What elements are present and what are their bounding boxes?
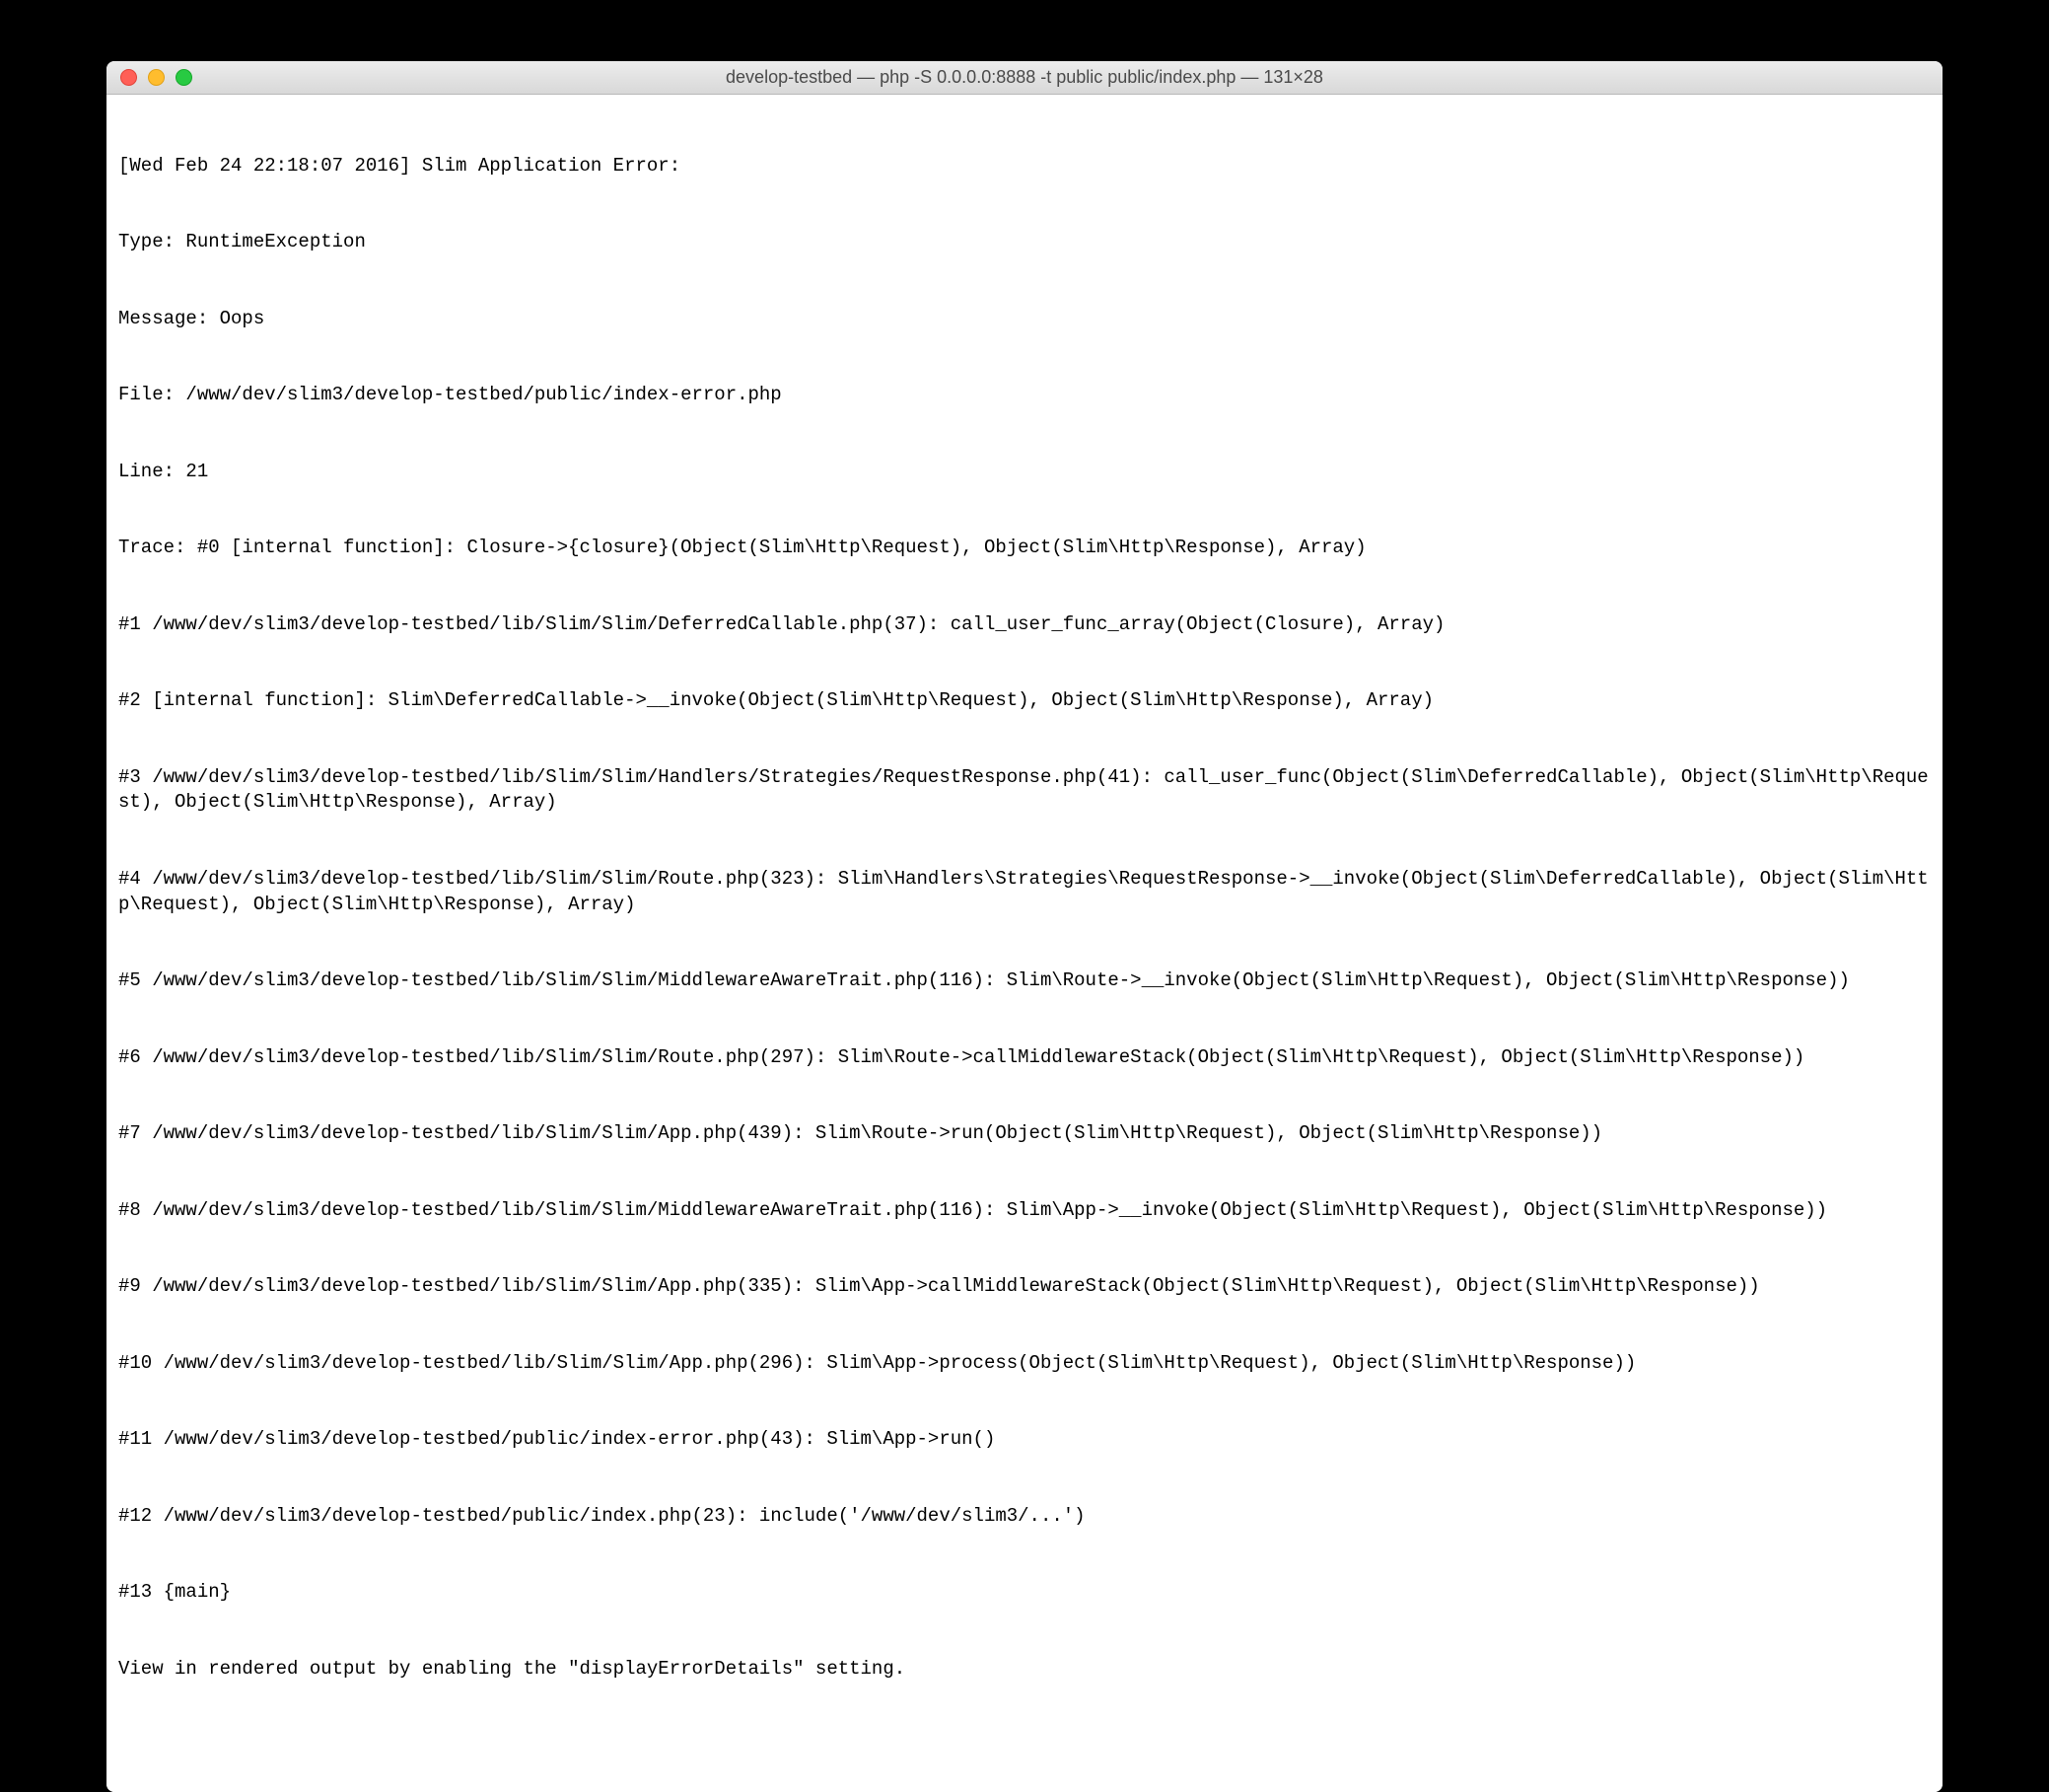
maximize-icon[interactable] — [176, 69, 192, 86]
terminal-line: #10 /www/dev/slim3/develop-testbed/lib/S… — [118, 1351, 1931, 1377]
terminal-line: Type: RuntimeException — [118, 230, 1931, 255]
terminal-line: #4 /www/dev/slim3/develop-testbed/lib/Sl… — [118, 867, 1931, 918]
terminal-output[interactable]: [Wed Feb 24 22:18:07 2016] Slim Applicat… — [106, 95, 1943, 1792]
terminal-line: #5 /www/dev/slim3/develop-testbed/lib/Sl… — [118, 968, 1931, 994]
terminal-line: View in rendered output by enabling the … — [118, 1657, 1931, 1683]
terminal-line: Trace: #0 [internal function]: Closure->… — [118, 536, 1931, 561]
terminal-line: #1 /www/dev/slim3/develop-testbed/lib/Sl… — [118, 612, 1931, 638]
terminal-line: #8 /www/dev/slim3/develop-testbed/lib/Sl… — [118, 1198, 1931, 1224]
titlebar[interactable]: develop-testbed — php -S 0.0.0.0:8888 -t… — [106, 61, 1943, 95]
terminal-line: #13 {main} — [118, 1580, 1931, 1606]
terminal-line: #11 /www/dev/slim3/develop-testbed/publi… — [118, 1427, 1931, 1453]
window-title: develop-testbed — php -S 0.0.0.0:8888 -t… — [106, 67, 1943, 88]
terminal-line: #12 /www/dev/slim3/develop-testbed/publi… — [118, 1504, 1931, 1530]
terminal-line: [Wed Feb 24 22:18:07 2016] Slim Applicat… — [118, 154, 1931, 179]
terminal-line: #2 [internal function]: Slim\DeferredCal… — [118, 688, 1931, 714]
terminal-window: develop-testbed — php -S 0.0.0.0:8888 -t… — [106, 61, 1943, 1792]
terminal-line: #7 /www/dev/slim3/develop-testbed/lib/Sl… — [118, 1121, 1931, 1147]
terminal-line: Line: 21 — [118, 460, 1931, 485]
traffic-lights — [106, 69, 192, 86]
terminal-line: #3 /www/dev/slim3/develop-testbed/lib/Sl… — [118, 765, 1931, 817]
terminal-line: #9 /www/dev/slim3/develop-testbed/lib/Sl… — [118, 1274, 1931, 1300]
terminal-line: #6 /www/dev/slim3/develop-testbed/lib/Sl… — [118, 1045, 1931, 1071]
terminal-line: File: /www/dev/slim3/develop-testbed/pub… — [118, 383, 1931, 408]
close-icon[interactable] — [120, 69, 137, 86]
terminal-line: Message: Oops — [118, 307, 1931, 332]
minimize-icon[interactable] — [148, 69, 165, 86]
